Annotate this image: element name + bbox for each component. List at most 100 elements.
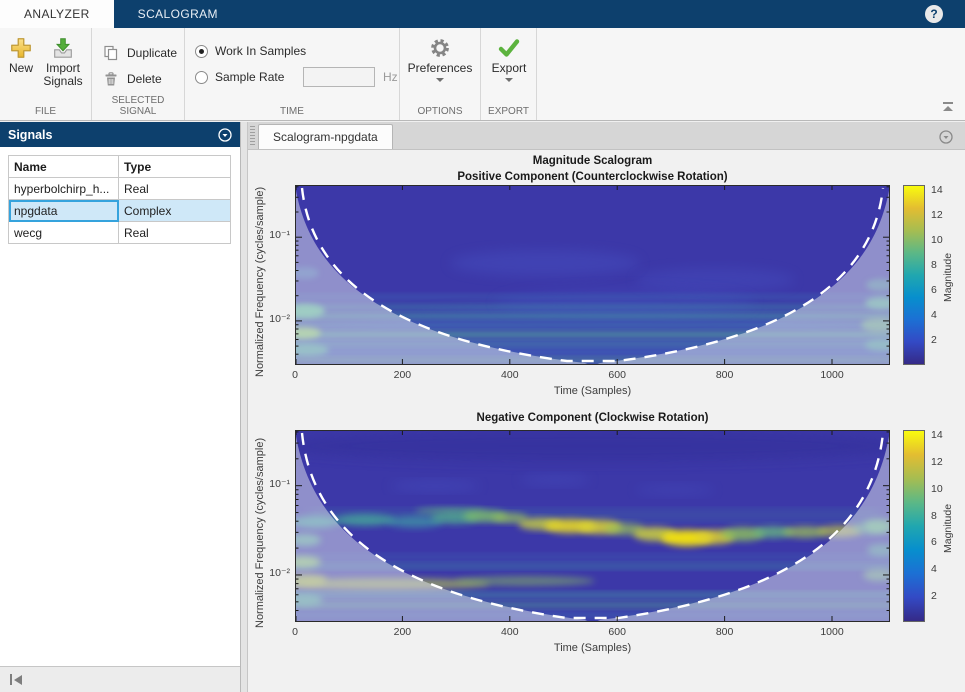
tab-analyzer[interactable]: ANALYZER <box>0 0 114 28</box>
section-options: Preferences OPTIONS <box>400 28 481 120</box>
signal-name-cell[interactable]: hyperbolchirp_h... <box>9 178 119 200</box>
plot-title: Negative Component (Clockwise Rotation) <box>295 410 890 426</box>
gear-icon <box>407 34 473 62</box>
sample-rate-input[interactable] <box>303 67 375 87</box>
colorbar <box>903 430 925 622</box>
signal-type-cell[interactable]: Real <box>119 222 231 244</box>
scalogram-axes-negative[interactable] <box>295 430 890 622</box>
y-tick-label: 10⁻¹ <box>254 229 290 241</box>
y-axis-label: Normalized Frequency (cycles/sample) <box>254 187 266 377</box>
x-tick-label: 800 <box>703 626 747 638</box>
section-selected-signal: Duplicate Delete SELECTED SIGNAL <box>92 28 185 120</box>
y-tick-label: 10⁻² <box>254 567 290 579</box>
tab-bar-grip-icon[interactable] <box>250 126 255 146</box>
colorbar <box>903 185 925 365</box>
x-tick-label: 0 <box>273 626 317 638</box>
colorbar-tick-label: 10 <box>931 483 953 495</box>
delete-button[interactable]: Delete <box>102 70 162 88</box>
colorbar-tick-label: 2 <box>931 334 953 346</box>
plot-subtitle: Positive Component (Counterclockwise Rot… <box>295 169 890 185</box>
section-export: Export EXPORT <box>481 28 537 120</box>
signal-name-cell[interactable]: npgdata <box>9 200 119 222</box>
column-header-name[interactable]: Name <box>9 156 119 178</box>
document-area: Scalogram-npgdata Magnitude Scalogram Po… <box>248 122 965 692</box>
table-row[interactable]: wecgReal <box>9 222 231 244</box>
wavelet-signal-analyzer-app: ANALYZER SCALOGRAM ? New <box>0 0 965 692</box>
signals-table: Name Type hyperbolchirp_h...RealnpgdataC… <box>8 155 231 244</box>
signal-type-cell[interactable]: Complex <box>119 200 231 222</box>
panel-splitter[interactable] <box>241 122 248 692</box>
colorbar-tick-label: 2 <box>931 590 953 602</box>
duplicate-button[interactable]: Duplicate <box>102 44 177 62</box>
x-axis-label: Time (Samples) <box>295 642 890 654</box>
colorbar-tick-label: 8 <box>931 259 953 271</box>
chevron-down-icon <box>436 78 444 82</box>
y-tick-label: 10⁻² <box>254 313 290 325</box>
check-icon <box>484 34 534 62</box>
section-file: New Import Signals FILE <box>0 28 92 120</box>
plot-title-block: Negative Component (Clockwise Rotation) <box>295 410 890 426</box>
signals-table-header: Name Type <box>9 156 231 178</box>
collapse-toolstrip-icon[interactable] <box>941 102 955 114</box>
colorbar-tick-label: 6 <box>931 536 953 548</box>
preferences-button[interactable]: Preferences <box>407 34 473 82</box>
toolstrip: New Import Signals FILE <box>0 28 965 121</box>
document-menu-icon[interactable] <box>939 130 953 144</box>
export-button[interactable]: Export <box>484 34 534 82</box>
x-tick-label: 200 <box>380 369 424 381</box>
section-label-file: FILE <box>0 106 91 117</box>
colorbar-tick-label: 4 <box>931 309 953 321</box>
x-tick-label: 600 <box>595 369 639 381</box>
tab-scalogram[interactable]: SCALOGRAM <box>114 0 242 28</box>
scalogram-figure: Magnitude Scalogram Positive Component (… <box>248 150 965 692</box>
x-tick-label: 800 <box>703 369 747 381</box>
scalogram-negative-plot: Negative Component (Clockwise Rotation) … <box>248 408 965 692</box>
tab-scalogram-npgdata[interactable]: Scalogram-npgdata <box>258 124 393 149</box>
signals-panel: Signals Name Type hyperbolchirp_h...Real… <box>0 122 241 692</box>
signals-panel-header: Signals <box>0 122 240 147</box>
section-label-options: OPTIONS <box>400 106 480 117</box>
panel-menu-icon[interactable] <box>218 128 232 142</box>
colorbar-tick-label: 8 <box>931 510 953 522</box>
scalogram-positive-plot: Magnitude Scalogram Positive Component (… <box>248 150 965 408</box>
signal-name-cell[interactable]: wecg <box>9 222 119 244</box>
x-tick-label: 600 <box>595 626 639 638</box>
table-row[interactable]: npgdataComplex <box>9 200 231 222</box>
colorbar-tick-label: 4 <box>931 563 953 575</box>
x-tick-label: 1000 <box>810 626 854 638</box>
x-tick-label: 400 <box>488 369 532 381</box>
sample-rate-radio[interactable]: Sample Rate Hz <box>195 70 395 84</box>
section-time: Work In Samples Sample Rate Hz TIME <box>185 28 400 120</box>
signals-panel-footer <box>0 666 240 692</box>
colorbar-tick-label: 6 <box>931 284 953 296</box>
x-tick-label: 400 <box>488 626 532 638</box>
help-icon[interactable]: ? <box>925 5 943 23</box>
y-axis-label: Normalized Frequency (cycles/sample) <box>254 438 266 628</box>
colorbar-tick-label: 12 <box>931 209 953 221</box>
colorbar-tick-label: 12 <box>931 456 953 468</box>
x-axis-label: Time (Samples) <box>295 385 890 397</box>
work-in-samples-radio[interactable]: Work In Samples <box>195 44 306 58</box>
section-label-time: TIME <box>185 106 399 117</box>
scalogram-axes-positive[interactable] <box>295 185 890 365</box>
toolstrip-tab-bar: ANALYZER SCALOGRAM ? <box>0 0 965 28</box>
duplicate-icon <box>102 44 120 62</box>
y-tick-label: 10⁻¹ <box>254 478 290 490</box>
x-tick-label: 0 <box>273 369 317 381</box>
import-signals-button[interactable]: Import Signals <box>38 34 88 88</box>
section-label-selected-signal: SELECTED SIGNAL <box>92 95 184 117</box>
hz-unit-label: Hz <box>383 70 398 84</box>
collapse-panel-icon[interactable] <box>10 674 22 685</box>
document-tab-bar: Scalogram-npgdata <box>248 122 965 150</box>
signal-type-cell[interactable]: Real <box>119 178 231 200</box>
signals-panel-title: Signals <box>8 128 52 142</box>
table-row[interactable]: hyperbolchirp_h...Real <box>9 178 231 200</box>
section-label-export: EXPORT <box>481 106 536 117</box>
trash-icon <box>102 70 120 88</box>
radio-unselected-icon <box>195 71 208 84</box>
x-tick-label: 200 <box>380 626 424 638</box>
plot-title-block: Magnitude Scalogram Positive Component (… <box>295 153 890 185</box>
column-header-type[interactable]: Type <box>119 156 231 178</box>
x-tick-label: 1000 <box>810 369 854 381</box>
plot-title: Magnitude Scalogram <box>295 153 890 169</box>
